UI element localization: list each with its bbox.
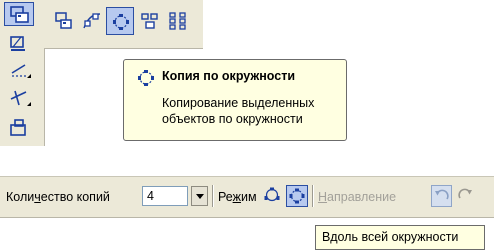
copy-along-curve-icon bbox=[83, 13, 101, 29]
block-tool-button[interactable] bbox=[4, 114, 34, 138]
mode-hint-tooltip: Вдоль всей окружности bbox=[315, 225, 485, 250]
circle-mode-icon bbox=[264, 187, 280, 202]
copy-around-circle-button[interactable] bbox=[106, 7, 134, 35]
copy-group-tool-button[interactable] bbox=[4, 2, 34, 26]
copy-group-icon bbox=[10, 6, 29, 23]
mode-label: Режим bbox=[218, 190, 257, 204]
block-icon bbox=[10, 119, 26, 136]
mode-circle-button[interactable] bbox=[262, 185, 284, 207]
full-circle-mode-icon bbox=[289, 188, 305, 204]
edit-line-icon bbox=[11, 64, 31, 78]
tooltip: Копия по окружности Копирование выделенн… bbox=[123, 59, 347, 141]
copy-array-icon bbox=[169, 12, 186, 30]
edit-line-tool-button[interactable] bbox=[4, 56, 34, 80]
copy-array-button[interactable] bbox=[164, 7, 192, 35]
hatch-tool-button[interactable] bbox=[4, 30, 34, 54]
direction-label: Направление bbox=[318, 190, 397, 204]
tooltip-description: Копирование выделенных объектов по окруж… bbox=[162, 96, 315, 126]
copy-button[interactable] bbox=[50, 7, 78, 35]
copy-around-circle-icon bbox=[113, 14, 129, 30]
copies-count-dropdown-button[interactable] bbox=[191, 186, 208, 206]
tooltip-title: Копия по окружности bbox=[162, 69, 296, 83]
mode-full-circle-button[interactable] bbox=[286, 185, 308, 207]
copy-along-curve-button[interactable] bbox=[78, 7, 106, 35]
copy-around-circle-icon bbox=[138, 70, 154, 86]
copies-count-label: Количество копий bbox=[6, 190, 110, 204]
separator bbox=[312, 185, 314, 207]
copy-tools-toolbar bbox=[44, 0, 203, 49]
counterclockwise-arrow-icon bbox=[435, 189, 449, 200]
separator bbox=[212, 185, 214, 207]
trim-line-icon bbox=[10, 90, 31, 106]
trim-line-tool-button[interactable] bbox=[4, 84, 34, 108]
copy-group-button[interactable] bbox=[136, 7, 164, 35]
copies-count-input[interactable] bbox=[142, 186, 188, 206]
direction-clockwise-button[interactable] bbox=[455, 185, 476, 207]
copy-group-icon bbox=[141, 13, 158, 29]
vertical-toolbar bbox=[0, 0, 45, 146]
hatch-icon bbox=[10, 36, 25, 51]
copy-icon bbox=[55, 12, 72, 29]
property-bar: Количество копий Режим Направление bbox=[0, 176, 494, 218]
clockwise-arrow-icon bbox=[458, 188, 472, 199]
direction-counterclockwise-button[interactable] bbox=[431, 185, 452, 207]
